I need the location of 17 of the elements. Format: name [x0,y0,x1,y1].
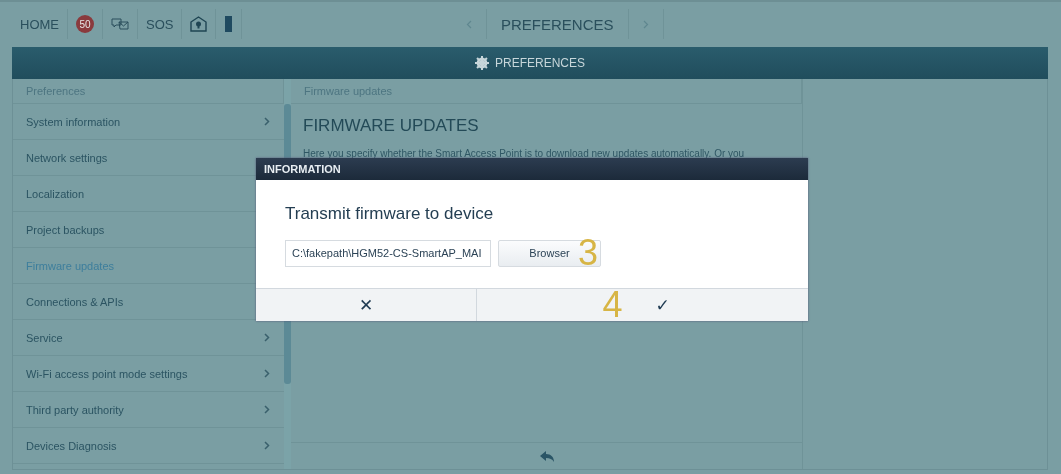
page-title: PREFERENCES [487,9,629,39]
annotation-number: 3 [578,238,599,268]
sidebar-item-label: Third party authority [26,403,124,416]
section-title: FIRMWARE UPDATES [303,116,480,136]
sidebar-item-label: System information [26,115,121,128]
sidebar-item-label: Connections & APIs [26,295,124,308]
header-title: PREFERENCES [495,56,585,70]
sidebar-item-label: Devices Diagnosis [26,439,117,452]
sidebar-item-label: Wi-Fi access point mode settings [26,367,188,380]
sidebar-item-label: Service [26,331,63,344]
dialog-heading: Transmit firmware to device [285,204,495,224]
sidebar-item-label: Localization [26,187,85,200]
annotation-number: 4 [602,290,623,320]
sidebar-item-label: Network settings [26,151,108,164]
sidebar-item-label: Project backups [26,223,105,236]
dialog-title: INFORMATION [256,158,808,180]
sidebar-item-label: Firmware updates [26,259,115,272]
